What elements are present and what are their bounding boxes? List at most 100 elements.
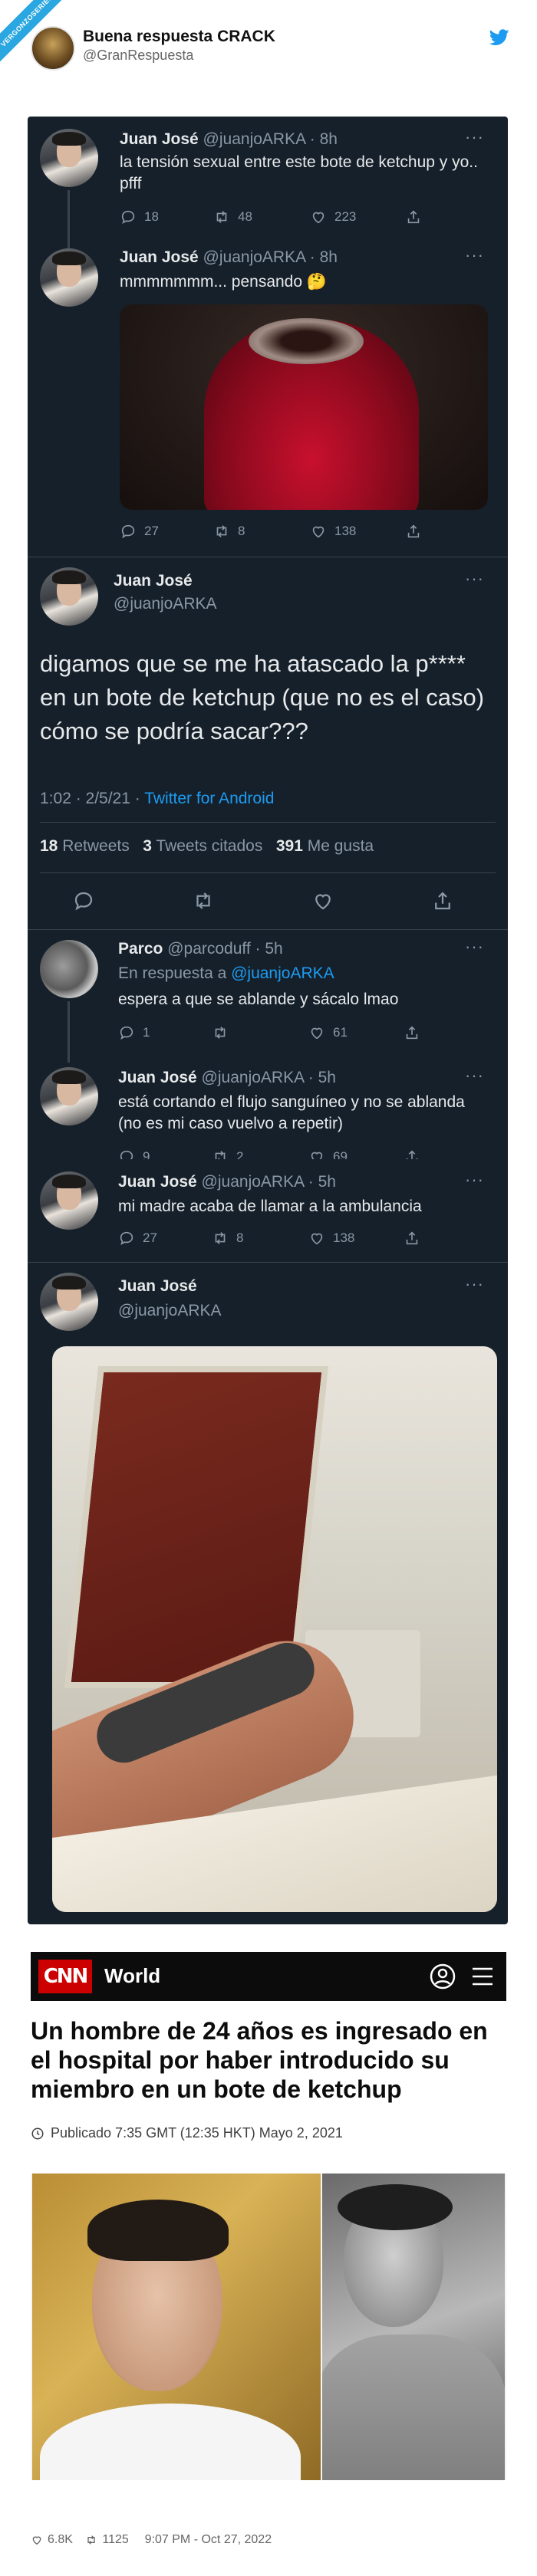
more-icon[interactable]: ··· — [465, 937, 484, 957]
user-icon[interactable] — [430, 1963, 456, 1990]
account-name[interactable]: Buena respuesta CRACK — [83, 28, 275, 46]
clock-icon — [31, 2128, 44, 2139]
tweet-actions: 27 8 138 — [120, 523, 488, 541]
shirt — [40, 2404, 301, 2480]
main-tweet-actions — [28, 889, 508, 915]
more-icon[interactable]: ··· — [465, 1170, 484, 1190]
share-icon — [407, 210, 420, 224]
retweet-icon — [215, 1151, 226, 1159]
share-button[interactable] — [405, 523, 422, 540]
retweet-icon — [216, 211, 227, 223]
retweet-icon[interactable] — [192, 889, 215, 912]
cnn-header: CNN World — [31, 1952, 506, 2001]
reply-button[interactable]: 1 — [118, 1024, 150, 1041]
tweet-actions: 1 61 — [118, 1024, 486, 1043]
reply-icon — [121, 210, 135, 225]
more-icon[interactable]: ··· — [465, 245, 484, 265]
like-icon — [311, 1027, 323, 1040]
like-button[interactable]: 138 — [308, 1230, 354, 1247]
avatar[interactable] — [40, 1171, 98, 1230]
like-icon[interactable] — [311, 889, 334, 912]
ketchup-bottle-photo[interactable] — [120, 304, 488, 510]
tweet-author[interactable]: Parco @parcoduff · 5h — [118, 940, 283, 958]
like-icon[interactable] — [31, 2534, 43, 2546]
tweet-timestamp[interactable]: 9:07 PM - Oct 27, 2022 — [145, 2533, 272, 2547]
hospital-wrist-photo[interactable] — [52, 1346, 497, 1912]
tweet-text: mi madre acaba de llamar a la ambulancia — [118, 1198, 422, 1215]
bw-photo[interactable] — [322, 2174, 505, 2480]
tweet-author[interactable]: Juan José — [118, 1277, 197, 1296]
reply-button[interactable]: 9 — [118, 1148, 150, 1159]
avatar[interactable] — [40, 940, 98, 998]
tweet-handle[interactable]: @juanjoARKA — [114, 595, 217, 613]
retweet-button[interactable]: 8 — [212, 1230, 243, 1247]
share-icon — [407, 524, 420, 538]
avatar[interactable] — [40, 1067, 98, 1125]
tweet-handle[interactable]: @juanjoARKA — [118, 1302, 222, 1320]
main-tweet-text: digamos que se me ha atascado la p**** e… — [40, 650, 485, 744]
reply-button[interactable]: 18 — [120, 209, 159, 225]
like-icon — [312, 526, 325, 538]
share-button[interactable] — [404, 1148, 420, 1159]
avatar[interactable] — [40, 567, 98, 626]
tweet-text: espera a que se ablande y sácalo lmao — [118, 991, 399, 1008]
twitter-bird-icon[interactable] — [489, 29, 509, 46]
more-icon[interactable]: ··· — [465, 569, 484, 589]
reply-icon — [121, 524, 135, 539]
tweet-actions: 9 2 69 — [118, 1148, 486, 1159]
embedded-thread-screenshot: Juan José @juanjoARKA · 8h ··· la tensió… — [28, 117, 508, 1924]
share-button[interactable] — [405, 209, 422, 225]
divider — [28, 929, 508, 930]
like-icon — [312, 212, 325, 224]
avatar[interactable] — [40, 1273, 98, 1331]
tweet-author[interactable]: Juan José @juanjoARKA · 8h — [120, 130, 338, 149]
reply-button[interactable]: 27 — [118, 1230, 157, 1247]
avatar[interactable] — [40, 248, 98, 307]
tweet-author[interactable]: Juan José @juanjoARKA · 8h — [120, 248, 338, 267]
menu-icon[interactable] — [471, 1966, 494, 1987]
reply-to-link[interactable]: @juanjoARKA — [231, 964, 334, 982]
share-icon — [406, 1231, 418, 1245]
client-link[interactable]: Twitter for Android — [144, 790, 274, 807]
account-handle[interactable]: @GranRespuesta — [83, 48, 193, 64]
like-button[interactable]: 138 — [310, 523, 356, 540]
cnn-logo[interactable]: CNN — [38, 1960, 92, 1993]
bottle-neck — [249, 318, 364, 364]
like-button[interactable]: 61 — [308, 1024, 348, 1041]
retweet-button[interactable]: 8 — [213, 523, 245, 540]
retweet-icon — [215, 1027, 226, 1039]
share-icon — [406, 1026, 418, 1040]
share-icon — [406, 1150, 418, 1159]
account-avatar[interactable] — [31, 26, 75, 71]
retweets-count: 1125 — [102, 2533, 129, 2546]
retweet-button[interactable] — [212, 1024, 236, 1041]
reply-to-text: En respuesta a @juanjoARKA — [118, 964, 334, 982]
retweet-button[interactable]: 2 — [212, 1148, 243, 1159]
section-title[interactable]: World — [104, 1964, 160, 1988]
tweet-author[interactable]: Juan José @juanjoARKA · 5h — [118, 1173, 336, 1191]
tweet-author[interactable]: Juan José @juanjoARKA · 5h — [118, 1069, 336, 1087]
hair — [338, 2184, 453, 2230]
more-icon[interactable]: ··· — [465, 1274, 484, 1294]
tweet-text: mmmmmmm... pensando 🤔 — [120, 273, 328, 291]
hair — [87, 2200, 229, 2261]
more-icon[interactable]: ··· — [465, 127, 484, 147]
outer-tweet-footer: 6.8K 1125 9:07 PM - Oct 27, 2022 — [31, 2533, 272, 2547]
avatar[interactable] — [40, 129, 98, 187]
reply-icon[interactable] — [72, 889, 95, 912]
share-icon[interactable] — [431, 889, 454, 912]
tweet-author[interactable]: Juan José — [114, 572, 193, 590]
like-button[interactable]: 223 — [310, 209, 356, 225]
share-button[interactable] — [404, 1230, 420, 1247]
divider — [28, 1262, 508, 1263]
retweet-icon[interactable] — [85, 2534, 97, 2546]
like-button[interactable]: 69 — [308, 1148, 348, 1159]
outer-tweet-header: VERGONZOSERIES Buena respuesta CRACK @Gr… — [0, 0, 537, 92]
reply-button[interactable]: 27 — [120, 523, 159, 540]
divider — [40, 822, 496, 823]
retweet-button[interactable]: 48 — [213, 209, 252, 225]
share-button[interactable] — [404, 1024, 420, 1041]
tweet-actions: 18 48 223 — [120, 209, 488, 227]
portrait-photo[interactable] — [32, 2174, 321, 2480]
more-icon[interactable]: ··· — [465, 1066, 484, 1086]
